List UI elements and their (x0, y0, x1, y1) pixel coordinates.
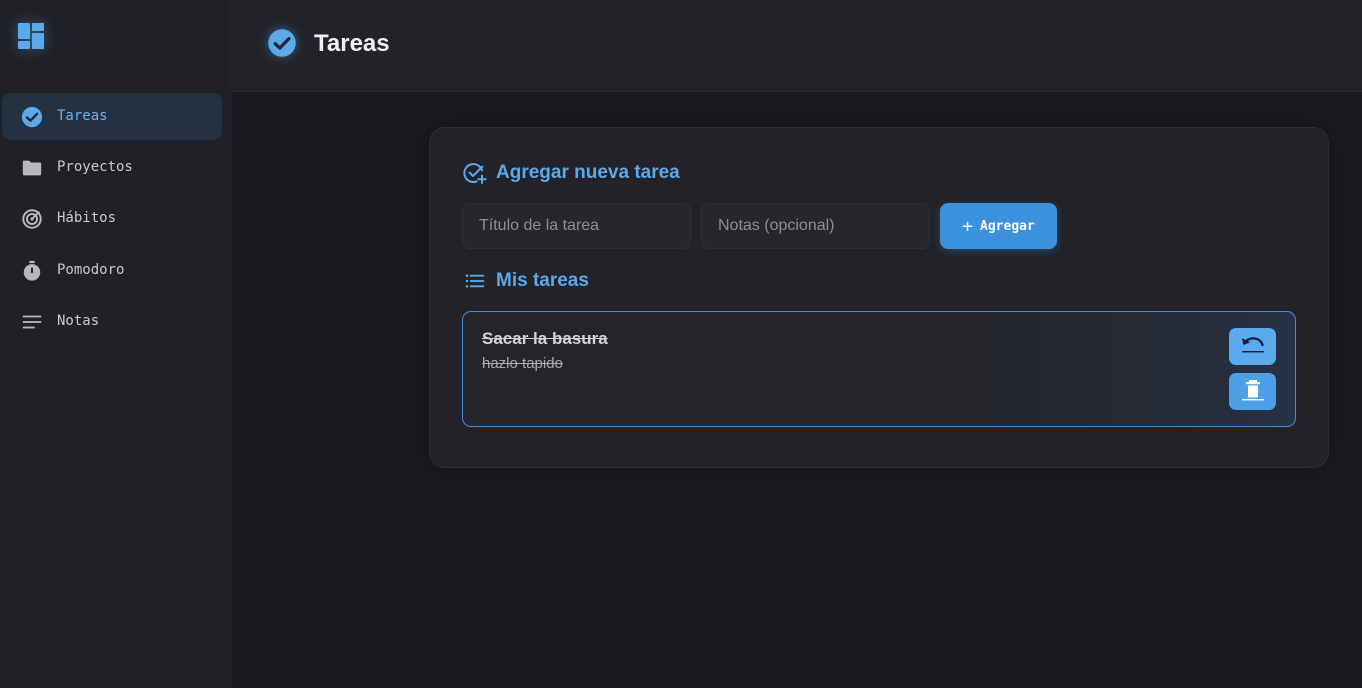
undo-icon (1240, 334, 1266, 359)
page-title: Tareas (314, 30, 390, 57)
check-circle-icon (20, 105, 43, 128)
sidebar-item-proyectos[interactable]: Proyectos (2, 144, 222, 191)
trash-icon (1240, 378, 1266, 405)
sidebar-item-notas[interactable]: Notas (2, 298, 222, 345)
folder-icon (20, 156, 43, 179)
sidebar-item-habitos[interactable]: Hábitos (2, 195, 222, 242)
task-notes-input[interactable] (701, 203, 930, 249)
add-task-icon (463, 161, 487, 185)
dashboard-icon[interactable] (16, 21, 46, 51)
undo-task-button[interactable] (1229, 328, 1276, 365)
sidebar-item-label: Proyectos (57, 159, 133, 175)
task-item[interactable]: Sacar la basura hazlo tapido (462, 311, 1296, 427)
sidebar-item-label: Hábitos (57, 210, 117, 226)
tasks-card: Agregar nueva tarea + Agregar Mis tareas… (429, 127, 1329, 468)
delete-task-button[interactable] (1229, 373, 1276, 410)
sidebar-item-tareas[interactable]: Tareas (2, 93, 222, 140)
sidebar: Tareas Proyectos Hábitos Pomodoro Notas (0, 0, 231, 688)
my-tasks-heading: Mis tareas (463, 269, 589, 293)
list-icon (463, 269, 487, 293)
sidebar-item-label: Tareas (57, 108, 108, 124)
add-task-button[interactable]: + Agregar (940, 203, 1057, 249)
timer-icon (20, 259, 43, 282)
plus-icon: + (962, 215, 974, 237)
task-notes: hazlo tapido (482, 355, 563, 372)
notes-icon (20, 310, 43, 333)
header: Tareas (231, 0, 1362, 92)
sidebar-item-label: Pomodoro (57, 262, 125, 278)
task-title-input[interactable] (462, 203, 691, 249)
task-title: Sacar la basura (482, 329, 608, 348)
add-button-label: Agregar (980, 218, 1035, 234)
section-title: Mis tareas (496, 270, 589, 291)
target-icon (20, 207, 43, 230)
sidebar-item-label: Notas (57, 313, 100, 329)
section-title: Agregar nueva tarea (496, 162, 680, 183)
sidebar-item-pomodoro[interactable]: Pomodoro (2, 247, 222, 294)
check-circle-icon (267, 28, 297, 58)
add-task-heading: Agregar nueva tarea (463, 161, 680, 185)
